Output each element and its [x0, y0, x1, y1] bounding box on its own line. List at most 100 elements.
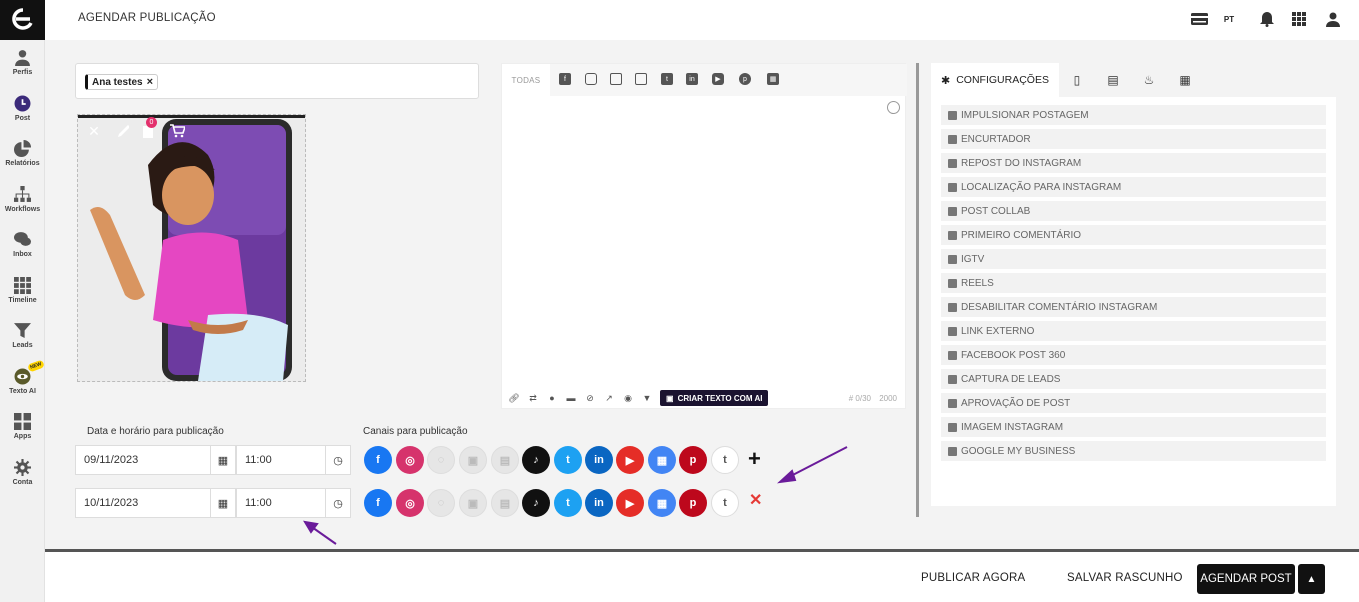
igtv-alt-channel-icon[interactable]: ▣: [459, 489, 487, 517]
pinterest-tab-icon[interactable]: p: [739, 73, 751, 85]
bell-icon[interactable]: [1258, 10, 1276, 28]
sidebar-item-timeline[interactable]: Timeline: [0, 268, 45, 314]
add-schedule-button[interactable]: +: [748, 446, 761, 472]
date-input[interactable]: 09/11/2023: [75, 445, 211, 475]
language-selector[interactable]: PT: [1220, 10, 1238, 28]
instagram-channel-icon[interactable]: ◎: [396, 489, 424, 517]
time-input[interactable]: 11:00: [236, 488, 326, 518]
youtube-tab-icon[interactable]: ▶: [712, 73, 724, 85]
tumblr-channel-icon[interactable]: t: [711, 446, 739, 474]
facebook-channel-icon[interactable]: f: [364, 489, 392, 517]
comment-icon[interactable]: ▬: [565, 392, 577, 404]
save-draft-button[interactable]: SALVAR RASCUNHO: [1067, 572, 1183, 584]
record-icon[interactable]: ◉: [622, 392, 634, 404]
google-business-tab-icon[interactable]: ▦: [767, 73, 779, 85]
tiktok-channel-icon[interactable]: ♪: [522, 489, 550, 517]
clock-icon[interactable]: ◷: [325, 488, 351, 518]
calendar-icon[interactable]: ▦: [210, 488, 236, 518]
date-input[interactable]: 10/11/2023: [75, 488, 211, 518]
linkedin-channel-icon[interactable]: in: [585, 489, 613, 517]
location-icon[interactable]: ●: [546, 392, 558, 404]
option-reels[interactable]: REELS: [941, 273, 1326, 293]
reels-channel-icon[interactable]: ▤: [491, 489, 519, 517]
tumblr-channel-icon[interactable]: t: [711, 489, 739, 517]
caret-up-icon[interactable]: ▲: [1298, 564, 1325, 594]
google-business-channel-icon[interactable]: ▦: [648, 446, 676, 474]
option-imagem-instagram[interactable]: IMAGEM INSTAGRAM: [941, 417, 1326, 437]
option-igtv[interactable]: IGTV: [941, 249, 1326, 269]
instagram-tab-icon[interactable]: [585, 73, 597, 85]
linkedin-tab-icon[interactable]: in: [686, 73, 698, 85]
sidebar-item-post[interactable]: Post: [0, 86, 45, 132]
youtube-channel-icon[interactable]: ▶: [616, 446, 644, 474]
sidebar-item-inbox[interactable]: Inbox: [0, 222, 45, 268]
panel-divider[interactable]: [916, 63, 919, 517]
media-preview[interactable]: ✕ 0: [77, 114, 306, 382]
user-icon[interactable]: [1324, 10, 1342, 28]
option-post-collab[interactable]: POST COLLAB: [941, 201, 1326, 221]
option-repost[interactable]: REPOST DO INSTAGRAM: [941, 153, 1326, 173]
instagram-channel-icon[interactable]: ◎: [396, 446, 424, 474]
profile-select[interactable]: Ana testes ×: [75, 63, 479, 99]
option-captura-leads[interactable]: CAPTURA DE LEADS: [941, 369, 1326, 389]
repost-icon[interactable]: ⇄: [527, 392, 539, 404]
apps-grid-icon[interactable]: [1290, 10, 1308, 28]
sidebar-item-apps[interactable]: Apps: [0, 404, 45, 450]
clock-icon[interactable]: ◷: [325, 445, 351, 475]
igtv-alt-channel-icon[interactable]: ▣: [459, 446, 487, 474]
igtv-channel-icon[interactable]: ◌: [427, 489, 455, 517]
sidebar-item-texto-ai[interactable]: NEW Texto AI: [0, 359, 45, 405]
time-input[interactable]: 11:00: [236, 445, 326, 475]
tab-todas[interactable]: TODAS: [502, 64, 550, 96]
option-desabilitar-comentario[interactable]: DESABILITAR COMENTÁRIO INSTAGRAM: [941, 297, 1326, 317]
twitter-channel-icon[interactable]: t: [554, 446, 582, 474]
linkedin-channel-icon[interactable]: in: [585, 446, 613, 474]
alt-text-icon[interactable]: 0: [140, 117, 157, 139]
youtube-channel-icon[interactable]: ▶: [616, 489, 644, 517]
option-aprovacao[interactable]: APROVAÇÃO DE POST: [941, 393, 1326, 413]
app-logo[interactable]: [0, 0, 45, 40]
igtv-channel-icon[interactable]: ◌: [427, 446, 455, 474]
remove-schedule-button[interactable]: ✕: [749, 490, 762, 510]
edit-brush-icon[interactable]: [114, 123, 130, 139]
sidebar-item-workflows[interactable]: Workflows: [0, 177, 45, 223]
billing-card-icon[interactable]: [1190, 10, 1208, 28]
tab-calendar[interactable]: ▦: [1167, 63, 1203, 97]
disable-comment-icon[interactable]: ⊘: [584, 392, 596, 404]
option-encurtador[interactable]: ENCURTADOR: [941, 129, 1326, 149]
sidebar-item-relatorios[interactable]: Relatórios: [0, 131, 45, 177]
cart-icon[interactable]: [169, 123, 185, 139]
option-primeiro-comentario[interactable]: PRIMEIRO COMENTÁRIO: [941, 225, 1326, 245]
igtv-tab-icon[interactable]: [610, 73, 622, 85]
emoji-icon[interactable]: [887, 101, 900, 114]
option-link-externo[interactable]: LINK EXTERNO: [941, 321, 1326, 341]
reels-channel-icon[interactable]: ▤: [491, 446, 519, 474]
sidebar-item-leads[interactable]: Leads: [0, 313, 45, 359]
tab-configuracoes[interactable]: ✱ CONFIGURAÇÕES: [931, 63, 1059, 97]
twitter-channel-icon[interactable]: t: [554, 489, 582, 517]
tab-trending[interactable]: ♨: [1131, 63, 1167, 97]
calendar-icon[interactable]: ▦: [210, 445, 236, 475]
publish-now-button[interactable]: PUBLICAR AGORA: [921, 572, 1025, 584]
option-facebook-360[interactable]: FACEBOOK POST 360: [941, 345, 1326, 365]
ai-text-button[interactable]: ▣ CRIAR TEXTO COM AI: [660, 390, 769, 406]
filter-icon[interactable]: ▼: [641, 392, 653, 404]
twitter-tab-icon[interactable]: t: [661, 73, 673, 85]
reels-tab-icon[interactable]: [635, 73, 647, 85]
option-google-my-business[interactable]: GOOGLE MY BUSINESS: [941, 441, 1326, 461]
sidebar-item-conta[interactable]: Conta: [0, 450, 45, 496]
google-business-channel-icon[interactable]: ▦: [648, 489, 676, 517]
facebook-channel-icon[interactable]: f: [364, 446, 392, 474]
tiktok-channel-icon[interactable]: ♪: [522, 446, 550, 474]
pinterest-channel-icon[interactable]: p: [679, 446, 707, 474]
option-localizacao[interactable]: LOCALIZAÇÃO PARA INSTAGRAM: [941, 177, 1326, 197]
chip-remove-button[interactable]: ×: [147, 76, 153, 88]
tab-document[interactable]: ▤: [1095, 63, 1131, 97]
schedule-post-button[interactable]: AGENDAR POST: [1197, 564, 1295, 594]
external-link-icon[interactable]: ↗: [603, 392, 615, 404]
tab-mobile-preview[interactable]: ▯: [1059, 63, 1095, 97]
post-editor[interactable]: TODAS f t in ▶ p ▦ 🔗︎ ⇄ ● ▬ ⊘ ↗ ◉ ▼ ▣ CR…: [501, 63, 907, 409]
option-impulsionar[interactable]: IMPULSIONAR POSTAGEM: [941, 105, 1326, 125]
sidebar-item-perfis[interactable]: Perfis: [0, 40, 45, 86]
remove-media-icon[interactable]: ✕: [86, 123, 102, 139]
